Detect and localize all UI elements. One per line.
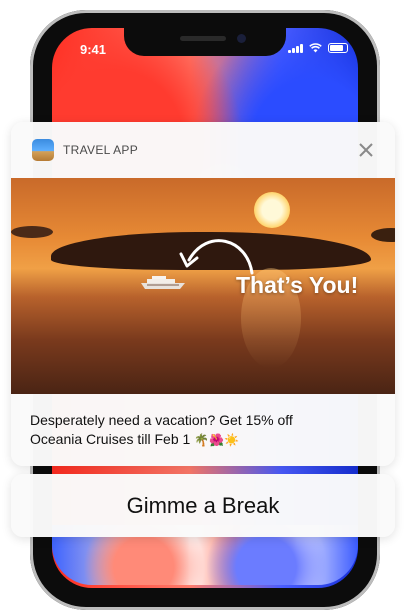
sunset-sun [254, 192, 290, 228]
signal-icon [288, 44, 303, 53]
battery-icon [328, 43, 348, 53]
status-time: 9:41 [80, 42, 107, 57]
message-emoji: 🌴🌺☀️ [194, 433, 240, 447]
speaker-grille [180, 36, 226, 41]
message-line-1: Desperately need a vacation? Get 15% off [30, 412, 293, 428]
wifi-icon [309, 43, 322, 53]
phone-notch [124, 28, 286, 56]
close-icon[interactable] [357, 141, 375, 159]
travel-app-icon [32, 139, 54, 161]
gimme-a-break-button[interactable]: Gimme a Break [11, 474, 395, 537]
notification-image: That’s You! [11, 178, 395, 394]
status-icons [288, 43, 348, 53]
image-overlay-text: That’s You! [236, 272, 359, 298]
notification-message: Desperately need a vacation? Get 15% off… [30, 411, 380, 450]
notification-card[interactable]: TRAVEL APP That’s You! Desperately need … [11, 122, 395, 466]
message-line-2: Oceania Cruises till Feb 1 🌴🌺☀️ [30, 431, 240, 447]
notification-header: TRAVEL APP [11, 122, 395, 178]
island-right [371, 228, 395, 242]
app-name: TRAVEL APP [63, 143, 139, 157]
island-left [11, 226, 53, 238]
curved-arrow-icon [179, 239, 254, 275]
front-camera [237, 34, 246, 43]
